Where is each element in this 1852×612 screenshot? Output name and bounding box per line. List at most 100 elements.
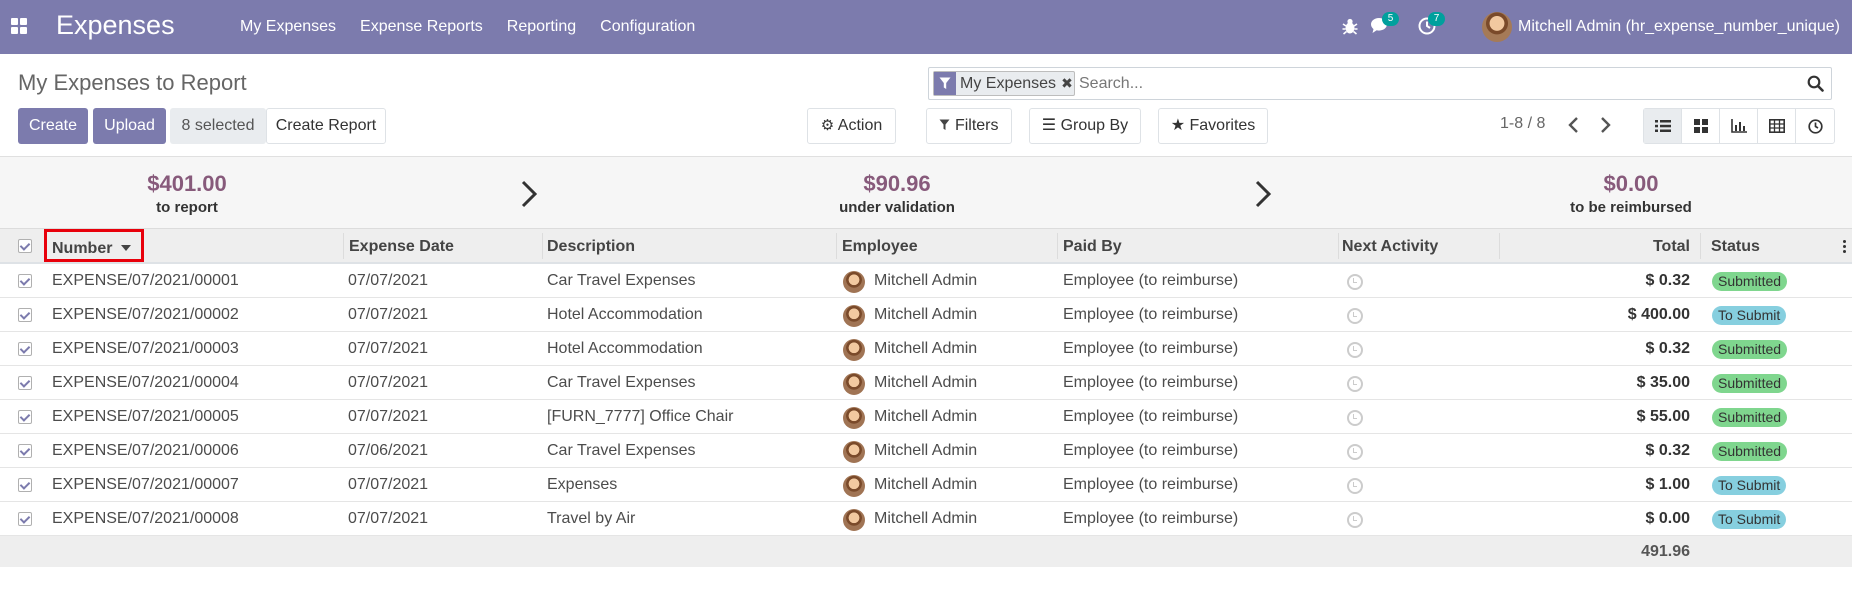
activity-clock-icon[interactable]	[1347, 274, 1363, 290]
pivot-view-icon[interactable]	[1758, 109, 1796, 143]
favorites-dropdown[interactable]: ★ Favorites	[1158, 108, 1268, 144]
menu-configuration[interactable]: Configuration	[588, 0, 707, 54]
summary-amount: $401.00	[147, 171, 227, 196]
summary-to-be-reimbursed[interactable]: $0.00 to be reimbursed	[1524, 171, 1738, 216]
graph-view-icon[interactable]	[1720, 109, 1758, 143]
row-checkbox[interactable]	[18, 478, 32, 492]
facet-remove-icon[interactable]: ✖	[1060, 72, 1074, 95]
action-label: Action	[837, 117, 883, 134]
table-row[interactable]: EXPENSE/07/2021/00003 07/07/2021 Hotel Acc…	[0, 332, 1852, 366]
column-next-activity[interactable]: Next Activity	[1342, 229, 1438, 263]
row-checkbox[interactable]	[18, 308, 32, 322]
table-row[interactable]: EXPENSE/07/2021/00001 07/07/2021 Car Trave…	[0, 264, 1852, 298]
menu-my-expenses[interactable]: My Expenses	[228, 0, 348, 54]
activity-clock-icon[interactable]	[1347, 478, 1363, 494]
column-employee[interactable]: Employee	[842, 229, 918, 263]
cell-total: $ 0.32	[1645, 340, 1690, 357]
favorites-label: Favorites	[1189, 117, 1256, 134]
activity-view-icon[interactable]	[1796, 109, 1834, 143]
expense-summary: $401.00 to report $90.96 under validatio…	[0, 156, 1852, 228]
upload-button[interactable]: Upload	[93, 108, 166, 144]
cell-number: EXPENSE/07/2021/00001	[52, 272, 239, 289]
cell-expense-date: 07/07/2021	[348, 306, 429, 323]
table-header: Number Expense Date Description Employee…	[0, 228, 1852, 264]
column-divider	[1057, 233, 1058, 259]
column-options-icon[interactable]	[1843, 240, 1847, 253]
chevron-left-icon[interactable]	[1567, 116, 1581, 139]
user-menu[interactable]: Mitchell Admin (hr_expense_number_unique…	[1518, 0, 1840, 54]
cell-employee: Mitchell Admin	[874, 442, 978, 459]
list-view-icon[interactable]	[1644, 109, 1682, 143]
apps-menu-icon[interactable]	[11, 18, 27, 34]
search-icon[interactable]	[1807, 75, 1824, 97]
cell-description: Car Travel Expenses	[547, 442, 696, 459]
table-row[interactable]: EXPENSE/07/2021/00007 07/07/2021 Expenses M…	[0, 468, 1852, 502]
action-dropdown[interactable]: ⚙ Action	[807, 108, 896, 144]
row-checkbox[interactable]	[18, 376, 32, 390]
summary-label: under validation	[839, 199, 955, 216]
activity-clock-icon[interactable]	[1347, 410, 1363, 426]
search-bar[interactable]: My Expenses ✖	[928, 67, 1832, 100]
create-report-button[interactable]: Create Report	[266, 108, 386, 144]
activity-clock-icon[interactable]	[1347, 342, 1363, 358]
status-badge: Submitted	[1712, 374, 1788, 393]
cell-description: Hotel Accommodation	[547, 306, 703, 323]
column-divider	[1338, 233, 1339, 259]
grand-total: 491.96	[1641, 543, 1690, 560]
filter-icon	[939, 110, 950, 144]
column-total[interactable]: Total	[1570, 229, 1690, 263]
column-divider	[542, 233, 543, 259]
cell-description: Expenses	[547, 476, 618, 493]
app-title[interactable]: Expenses	[56, 10, 175, 41]
table-row[interactable]: EXPENSE/07/2021/00002 07/07/2021 Hotel Acc…	[0, 298, 1852, 332]
group-by-label: Group By	[1060, 117, 1129, 134]
employee-avatar	[843, 339, 865, 361]
column-paid-by[interactable]: Paid By	[1063, 229, 1122, 263]
activities-icon[interactable]: 7	[1418, 12, 1445, 40]
column-description[interactable]: Description	[547, 229, 635, 263]
breadcrumb: My Expenses to Report	[18, 70, 247, 95]
activity-clock-icon[interactable]	[1347, 376, 1363, 392]
summary-to-report[interactable]: $401.00 to report	[80, 171, 294, 216]
cell-number: EXPENSE/07/2021/00002	[52, 306, 239, 323]
cell-paid-by: Employee (to reimburse)	[1063, 510, 1239, 527]
filters-dropdown[interactable]: Filters	[926, 108, 1012, 144]
user-avatar[interactable]	[1482, 12, 1512, 42]
table-row[interactable]: EXPENSE/07/2021/00005 07/07/2021 [FURN_777…	[0, 400, 1852, 434]
row-checkbox[interactable]	[18, 342, 32, 356]
cell-total: $ 0.32	[1645, 272, 1690, 289]
kanban-view-icon[interactable]	[1682, 109, 1720, 143]
create-button[interactable]: Create	[18, 108, 88, 144]
table-row[interactable]: EXPENSE/07/2021/00004 07/07/2021 Car Trave…	[0, 366, 1852, 400]
chevron-right-icon[interactable]	[1598, 116, 1612, 139]
row-checkbox[interactable]	[18, 274, 32, 288]
column-status[interactable]: Status	[1711, 229, 1760, 263]
menu-expense-reports[interactable]: Expense Reports	[348, 0, 495, 54]
select-all-checkbox[interactable]	[18, 239, 32, 253]
column-number[interactable]: Number	[52, 229, 131, 263]
messages-icon[interactable]: 5	[1370, 12, 1399, 39]
cell-number: EXPENSE/07/2021/00006	[52, 442, 239, 459]
activity-clock-icon[interactable]	[1347, 444, 1363, 460]
activity-clock-icon[interactable]	[1347, 308, 1363, 324]
cell-number: EXPENSE/07/2021/00007	[52, 476, 239, 493]
summary-under-validation[interactable]: $90.96 under validation	[790, 171, 1004, 216]
row-checkbox[interactable]	[18, 444, 32, 458]
table-footer: 491.96	[0, 536, 1852, 567]
menu-reporting[interactable]: Reporting	[495, 0, 588, 54]
cell-expense-date: 07/07/2021	[348, 340, 429, 357]
debug-bug-icon[interactable]	[1342, 17, 1358, 40]
search-input[interactable]	[1079, 72, 1779, 96]
column-divider	[343, 233, 344, 259]
pager-value[interactable]: 1-8 / 8	[1500, 115, 1545, 133]
row-checkbox[interactable]	[18, 410, 32, 424]
cell-number: EXPENSE/07/2021/00003	[52, 340, 239, 357]
employee-avatar	[843, 407, 865, 429]
cell-paid-by: Employee (to reimburse)	[1063, 408, 1239, 425]
group-by-dropdown[interactable]: ☰ Group By	[1029, 108, 1141, 144]
table-row[interactable]: EXPENSE/07/2021/00008 07/07/2021 Travel by…	[0, 502, 1852, 536]
row-checkbox[interactable]	[18, 512, 32, 526]
table-row[interactable]: EXPENSE/07/2021/00006 07/06/2021 Car Trave…	[0, 434, 1852, 468]
activity-clock-icon[interactable]	[1347, 512, 1363, 528]
column-expense-date[interactable]: Expense Date	[349, 229, 454, 263]
